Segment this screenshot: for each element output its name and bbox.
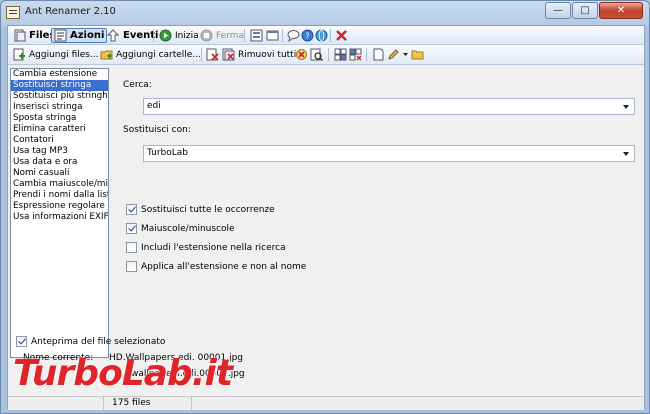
globe-icon (315, 29, 328, 42)
files-toolbar: Aggiungi files... Aggiungi cartelle... R… (8, 45, 644, 65)
action-list-item[interactable]: Inserisci stringa (11, 102, 108, 113)
stop-button[interactable]: Ferma (198, 28, 246, 43)
window-icon (266, 29, 279, 42)
toolbar-separator (153, 29, 154, 42)
option-label: Applica all'estensione e non al nome (141, 261, 307, 272)
maximize-button[interactable]: □ (572, 2, 598, 19)
option-checkbox[interactable] (126, 261, 137, 272)
option-row[interactable]: Sostituisci tutte le occorrenze (126, 204, 275, 215)
action-list-item[interactable]: Usa informazioni EXIF (11, 212, 108, 223)
maximize-icon: □ (580, 5, 590, 16)
action-list-item[interactable]: Contatori (11, 135, 108, 146)
option-label: Sostituisci tutte le occorrenze (141, 204, 275, 215)
actions-tab[interactable]: Azioni (51, 28, 108, 43)
add-files-icon (13, 48, 26, 61)
replace-value: TurboLab (147, 148, 188, 158)
replace-label: Sostituisci con: (123, 125, 191, 135)
action-options-panel: Cerca: edi Sostituisci con: TurboLab Sos… (112, 68, 644, 358)
action-list-item[interactable]: Nomi casuali (11, 168, 108, 179)
exit-button[interactable] (333, 28, 350, 43)
add-folders-button[interactable]: Aggiungi cartelle... (98, 47, 203, 62)
toolbar-separator (244, 29, 245, 42)
folder-open-icon (411, 48, 424, 61)
start-button[interactable]: Inizia (157, 28, 201, 43)
action-list-item[interactable]: Espressione regolare (11, 201, 108, 212)
option-label: Includi l'estensione nella ricerca (141, 242, 286, 253)
actions-list[interactable]: Cambia estensione Sostituisci stringa Sost… (10, 68, 109, 358)
option-checkbox[interactable] (126, 223, 137, 234)
files-icon (13, 29, 26, 42)
turbolab-watermark: TurboLab.it (13, 353, 233, 394)
play-icon (159, 29, 172, 42)
app-window: Ant Renamer 2.10 — □ ✕ Files Azioni Even… (0, 0, 650, 414)
remove-selected-button[interactable] (204, 47, 221, 62)
action-list-item[interactable]: Elimina caratteri (11, 124, 108, 135)
log-button[interactable] (264, 28, 281, 43)
replace-combo[interactable]: TurboLab (143, 145, 635, 162)
search-combo[interactable]: edi (143, 98, 635, 115)
info-button[interactable] (313, 28, 330, 43)
minimize-button[interactable]: — (545, 2, 571, 19)
file-info-button[interactable] (308, 47, 325, 62)
client-area: Files Azioni Eventi Inizia Ferma ? Aggiu… (7, 25, 645, 410)
main-toolbar: Files Azioni Eventi Inizia Ferma ? (8, 26, 644, 45)
add-files-button[interactable]: Aggiungi files... (11, 47, 101, 62)
remove-dead-icon (295, 48, 308, 61)
option-checkbox[interactable] (126, 242, 137, 253)
file-search-icon (310, 48, 324, 62)
invert-selection-button[interactable] (347, 47, 364, 62)
preview-toggle-label: Anteprima del file selezionato (31, 336, 166, 347)
option-row[interactable]: Maiuscole/minuscole (126, 223, 235, 234)
option-label: Maiuscole/minuscole (141, 223, 235, 234)
search-value: edi (147, 101, 161, 111)
action-list-item[interactable]: Prendi i nomi dalla lista (11, 190, 108, 201)
title-bar[interactable]: Ant Renamer 2.10 — □ ✕ (1, 1, 649, 25)
svg-text:?: ? (305, 32, 309, 41)
list-icon (250, 29, 263, 42)
toolbar-separator (201, 48, 202, 61)
remove-all-icon (222, 48, 235, 61)
action-list-item[interactable]: Cambia estensione (11, 69, 108, 80)
file-count: 175 files (104, 397, 192, 410)
exit-icon (335, 29, 348, 42)
toolbar-separator (328, 48, 329, 61)
pencil-icon (387, 48, 400, 61)
document-icon (372, 48, 385, 61)
toolbar-separator (282, 29, 283, 42)
action-list-item[interactable]: Usa data e ora (11, 157, 108, 168)
edit-dropdown-button[interactable] (385, 47, 426, 62)
actions-icon (54, 29, 67, 42)
action-list-item[interactable]: Usa tag MP3 (11, 146, 108, 157)
close-button[interactable]: ✕ (599, 2, 643, 19)
toolbar-separator (366, 48, 367, 61)
action-list-item[interactable]: Sostituisci più stringhe (11, 91, 108, 102)
option-row[interactable]: Includi l'estensione nella ricerca (126, 242, 286, 253)
status-bar: 175 files (8, 396, 644, 410)
action-list-item[interactable]: Sposta stringa (11, 113, 108, 124)
invert-selection-icon (349, 48, 362, 61)
preview-toggle[interactable]: Anteprima del file selezionato (16, 336, 165, 347)
batch-list-button[interactable] (248, 28, 265, 43)
window-title: Ant Renamer 2.10 (25, 6, 116, 17)
close-icon: ✕ (616, 5, 626, 16)
minimize-icon: — (553, 5, 563, 16)
chevron-down-icon (403, 48, 408, 61)
search-label: Cerca: (123, 80, 152, 90)
action-list-item[interactable]: Cambia maiuscole/minu (11, 179, 108, 190)
status-cell-empty (8, 397, 104, 410)
folder-icon (100, 48, 113, 61)
app-icon (6, 6, 20, 19)
select-all-icon (334, 48, 347, 61)
option-row[interactable]: Applica all'estensione e non al nome (126, 261, 306, 272)
events-icon (106, 29, 120, 42)
chevron-down-icon[interactable] (623, 152, 629, 156)
action-list-item[interactable]: Sostituisci stringa (11, 80, 108, 91)
toolbar-separator (330, 29, 331, 42)
remove-file-icon (206, 48, 219, 61)
option-checkbox[interactable] (126, 204, 137, 215)
remove-all-button[interactable]: Rimuovi tutti (220, 47, 298, 62)
chevron-down-icon[interactable] (623, 105, 629, 109)
stop-icon (200, 29, 213, 42)
preview-checkbox[interactable] (16, 336, 27, 347)
